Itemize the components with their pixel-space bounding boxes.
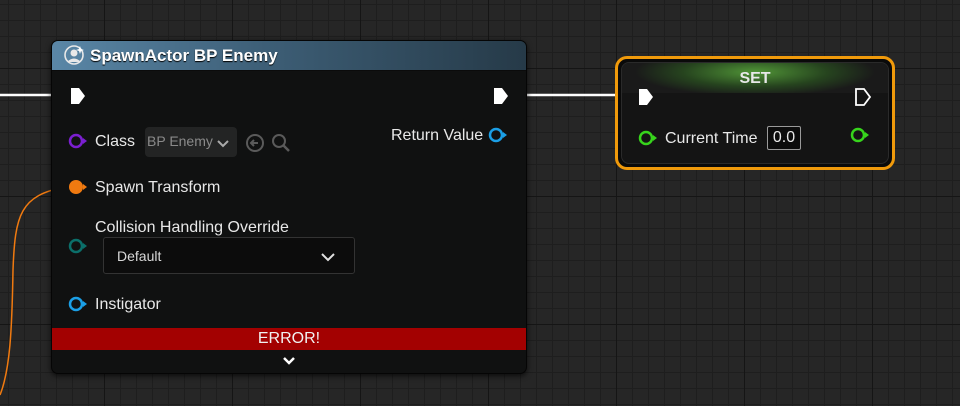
current-time-in-pin[interactable] — [638, 130, 658, 151]
collision-handling-value: Default — [117, 248, 162, 264]
spawn-actor-title: SpawnActor BP Enemy — [90, 46, 278, 65]
set-title: SET — [739, 70, 771, 87]
collision-handling-label: Collision Handling Override — [95, 219, 289, 236]
instigator-label: Instigator — [95, 296, 161, 313]
current-time-label: Current Time — [665, 130, 758, 147]
collision-handling-pin[interactable] — [68, 238, 88, 259]
set-node[interactable]: SET Current Time 0.0 — [615, 56, 895, 170]
class-dropdown-chevron-icon — [216, 136, 230, 154]
spawn-actor-icon — [63, 44, 85, 71]
browse-search-icon[interactable] — [270, 133, 292, 158]
collision-handling-dropdown[interactable]: Default — [103, 237, 355, 274]
spawn-actor-node[interactable]: SpawnActor BP Enemy Class BP Enemy Retur… — [51, 40, 527, 374]
return-value-label: Return Value — [391, 127, 484, 144]
return-value-pin[interactable] — [487, 127, 509, 148]
error-banner: ERROR! — [52, 328, 526, 350]
collision-dropdown-chevron-icon — [320, 249, 336, 267]
expand-chevron-icon[interactable] — [281, 354, 297, 372]
exec-out-pin[interactable] — [492, 86, 510, 111]
instigator-pin[interactable] — [68, 296, 88, 317]
exec-in-pin[interactable] — [69, 86, 87, 111]
current-time-out-pin[interactable] — [850, 127, 870, 148]
class-label: Class — [95, 133, 136, 150]
spawn-actor-node-header[interactable]: SpawnActor BP Enemy — [52, 41, 526, 71]
spawn-transform-label: Spawn Transform — [95, 179, 221, 196]
set-exec-in-pin[interactable] — [637, 87, 655, 112]
current-time-input[interactable]: 0.0 — [767, 126, 801, 150]
set-node-header[interactable]: SET — [622, 63, 888, 93]
spawn-transform-pin[interactable] — [68, 179, 88, 200]
use-selected-icon[interactable] — [245, 133, 265, 158]
error-text: ERROR! — [257, 330, 321, 347]
set-exec-out-pin[interactable] — [854, 87, 872, 112]
class-pin[interactable] — [68, 133, 88, 154]
current-time-value: 0.0 — [772, 129, 796, 146]
class-dropdown[interactable]: BP Enemy — [145, 127, 237, 157]
class-dropdown-value: BP Enemy — [147, 133, 213, 149]
set-node-body[interactable]: SET Current Time 0.0 — [621, 62, 889, 164]
